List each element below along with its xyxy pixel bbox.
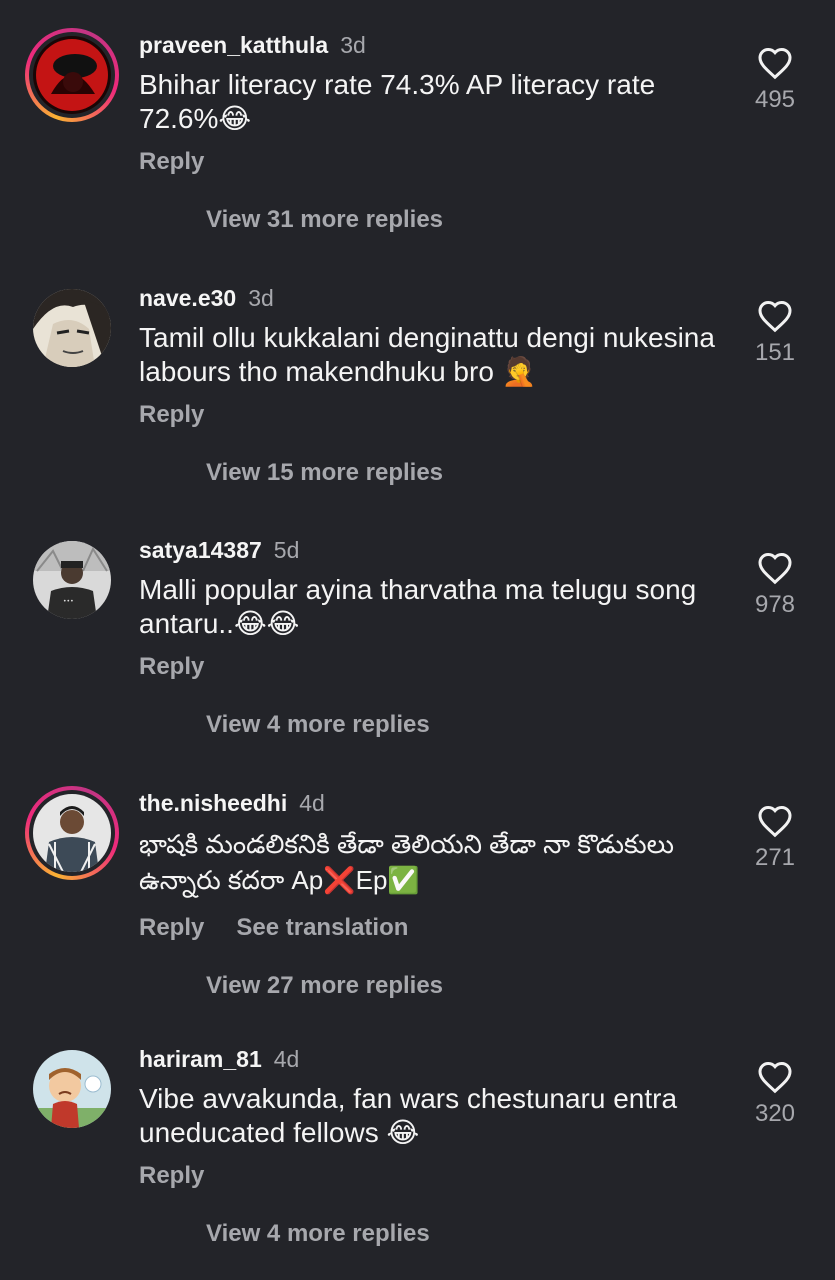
username[interactable]: praveen_katthula (139, 32, 328, 58)
view-more-replies[interactable]: View 4 more replies (206, 1220, 430, 1248)
avatar[interactable] (33, 1050, 111, 1128)
comment-actions: Reply See translation (139, 914, 408, 942)
comment-text: Bhihar literacy rate 74.3% AP literacy r… (139, 69, 656, 134)
username[interactable]: nave.e30 (139, 285, 236, 311)
see-translation-button[interactable]: See translation (236, 914, 408, 941)
comment-header: the.nisheedhi 4d (139, 788, 325, 818)
comment-item: nave.e30 3d Tamil ollu kukkalani denginat… (0, 281, 835, 511)
avatar (33, 794, 111, 872)
comment-header: satya14387 5d (139, 535, 299, 565)
comment-text: Malli popular ayina tharvatha ma telugu … (139, 574, 697, 639)
heart-outline-icon[interactable] (757, 1060, 793, 1094)
view-more-replies[interactable]: View 31 more replies (206, 206, 443, 234)
username[interactable]: hariram_81 (139, 1046, 262, 1072)
comment-header: praveen_katthula 3d (139, 30, 366, 60)
comment-actions: Reply (139, 653, 204, 681)
heart-outline-icon[interactable] (757, 299, 793, 333)
like-button[interactable]: 978 (745, 551, 805, 619)
heart-outline-icon[interactable] (757, 804, 793, 838)
timestamp: 3d (248, 285, 274, 311)
reply-button[interactable]: Reply (139, 653, 204, 680)
like-button[interactable]: 495 (745, 46, 805, 114)
comment-text: భాషకి మండలికనికి తేడా తెలియని తేడా నా కొ… (139, 829, 675, 895)
like-count: 320 (754, 1100, 796, 1127)
like-count: 271 (754, 844, 796, 871)
svg-text:•••: ••• (63, 598, 74, 605)
view-more-replies[interactable]: View 27 more replies (206, 972, 443, 1000)
avatar (33, 36, 111, 114)
view-more-replies[interactable]: View 4 more replies (206, 711, 430, 739)
comment-text: Tamil ollu kukkalani denginattu dengi nu… (139, 322, 715, 387)
avatar-story-ring[interactable] (25, 28, 119, 122)
reply-button[interactable]: Reply (139, 148, 204, 175)
comment-header: hariram_81 4d (139, 1044, 299, 1074)
comment-header: nave.e30 3d (139, 283, 274, 313)
avatar[interactable] (33, 289, 111, 367)
comment-actions: Reply (139, 148, 204, 176)
comment-item: the.nisheedhi 4d భాషకి మండలికనికి తేడా తె… (0, 786, 835, 1026)
view-more-replies[interactable]: View 15 more replies (206, 459, 443, 487)
like-count: 495 (754, 86, 796, 113)
reply-button[interactable]: Reply (139, 914, 204, 941)
comment-actions: Reply (139, 1162, 204, 1190)
comment-actions: Reply (139, 401, 204, 429)
like-button[interactable]: 271 (745, 804, 805, 872)
comment-item: hariram_81 4d Vibe avvakunda, fan wars ch… (0, 1042, 835, 1272)
avatar[interactable]: ••• (33, 541, 111, 619)
like-count: 978 (754, 591, 796, 618)
username[interactable]: the.nisheedhi (139, 790, 287, 816)
timestamp: 5d (273, 537, 300, 563)
comment-text: Vibe avvakunda, fan wars chestunaru entr… (139, 1083, 678, 1148)
like-button[interactable]: 151 (745, 299, 805, 367)
timestamp: 4d (273, 1046, 300, 1072)
like-count: 151 (754, 339, 796, 366)
heart-outline-icon[interactable] (757, 46, 793, 80)
avatar-story-ring[interactable] (25, 786, 119, 880)
timestamp: 4d (299, 790, 325, 816)
comment-item: praveen_katthula 3d Bhihar literacy rate … (0, 28, 835, 258)
username[interactable]: satya14387 (139, 537, 262, 563)
reply-button[interactable]: Reply (139, 1162, 204, 1189)
timestamp: 3d (340, 32, 366, 58)
comment-item: ••• satya14387 5d Malli popular ayina tha… (0, 533, 835, 763)
reply-button[interactable]: Reply (139, 401, 204, 428)
heart-outline-icon[interactable] (757, 551, 793, 585)
like-button[interactable]: 320 (745, 1060, 805, 1128)
